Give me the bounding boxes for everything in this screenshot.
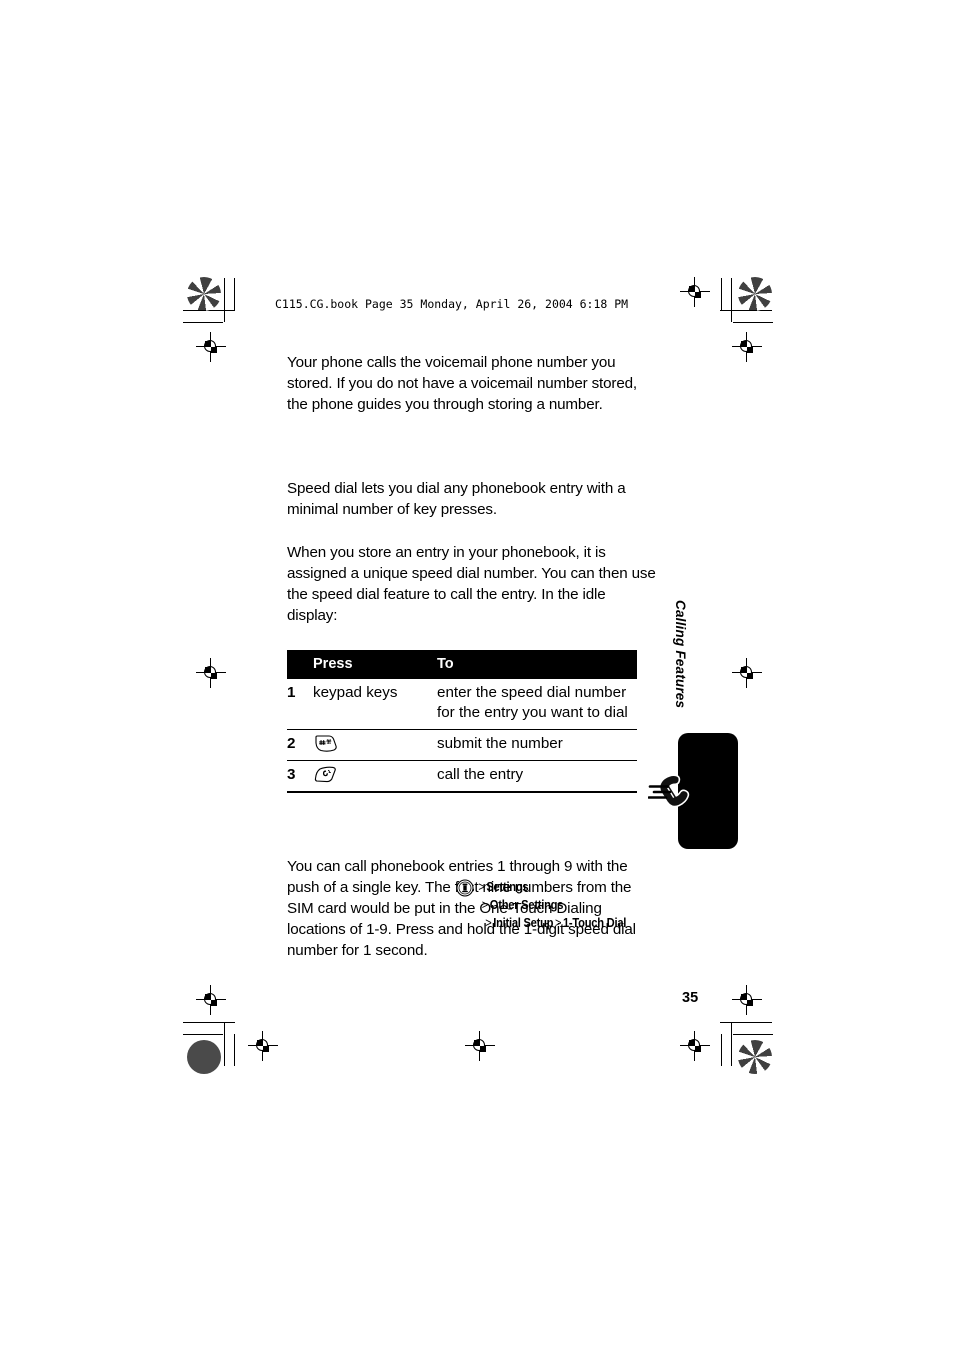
registration-mark-icon [732,985,762,1015]
crop-line [720,1022,772,1023]
crop-line [183,1034,223,1035]
step-action: enter the speed dial number for the entr… [437,679,637,730]
registration-mark-icon [248,1031,278,1061]
menu-item-settings[interactable]: Settings [486,879,528,894]
step-press: keypad keys [313,679,437,730]
menu-item-initial-setup[interactable]: Initial Setup [493,915,553,930]
crop-line [731,1022,732,1066]
step-press [313,729,437,761]
density-patch-icon [738,277,772,311]
page-content: Your phone calls the voicemail phone num… [287,352,659,961]
registration-mark-icon [680,1031,710,1061]
registration-mark-icon [732,332,762,362]
crop-line [721,278,722,310]
density-patch-icon [187,1040,221,1074]
crop-line [224,278,225,322]
table-row: 2 submit the number [287,729,637,761]
menu-separator: > [478,879,485,894]
crop-line [720,310,772,311]
steps-table: Press To 1 keypad keys enter the speed d… [287,650,637,793]
phone-handset-icon [647,765,704,817]
column-header-number [287,650,313,679]
send-key-icon [313,766,339,783]
crop-line [183,1022,235,1023]
registration-mark-icon [465,1031,495,1061]
book-header-line: C115.CG.book Page 35 Monday, April 26, 2… [275,297,629,311]
crop-line [731,278,732,322]
menu-separator: > [485,915,492,930]
step-number: 1 [287,679,313,730]
menu-path-row-2: > Other Settings [456,896,626,914]
menu-item-other-settings[interactable]: Other Settings [490,897,564,912]
pound-key-icon [313,735,339,753]
crop-line [733,1034,773,1035]
registration-mark-icon [196,985,226,1015]
menu-separator: > [481,897,489,912]
menu-path-row-1: > Settings [456,878,626,896]
paragraph-speed-dial-detail: When you store an entry in your phoneboo… [287,544,656,624]
page-number: 35 [682,990,699,1006]
crop-line [234,1034,235,1066]
steps-table-head: Press To [287,650,637,679]
step-number: 3 [287,760,313,793]
density-patch-icon [738,1040,772,1074]
menu-navigation-path: > Settings > Other Settings > Initial Setup… [456,878,654,932]
paragraph-voicemail: Your phone calls the voicemail phone num… [287,354,637,413]
column-header-press: Press [313,650,437,679]
registration-mark-icon [680,277,710,307]
table-row: 3 call the entry [287,760,637,793]
menu-separator: > [554,915,562,930]
crop-line [721,1034,722,1066]
step-number: 2 [287,729,313,761]
paragraph-speed-dial-intro: Speed dial lets you dial any phonebook e… [287,480,626,518]
crop-line [224,1022,225,1066]
menu-path-row-3: > Initial Setup >1-Touch Dial [456,914,626,932]
registration-mark-icon [196,658,226,688]
registration-mark-icon [732,658,762,688]
table-row: 1 keypad keys enter the speed dial numbe… [287,679,637,730]
side-tab-label: Calling Features [673,600,688,709]
registration-mark-icon [196,332,226,362]
column-header-to: To [437,650,637,679]
density-patch-icon [187,277,221,311]
step-action: submit the number [437,729,637,761]
crop-line [733,322,773,323]
crop-line [183,322,223,323]
steps-table-body: 1 keypad keys enter the speed dial numbe… [287,679,637,793]
step-action: call the entry [437,760,637,793]
step-press [313,760,437,793]
crop-line [234,278,235,310]
table-header-row: Press To [287,650,637,679]
menu-item-1-touch-dial[interactable]: 1-Touch Dial [563,915,626,930]
